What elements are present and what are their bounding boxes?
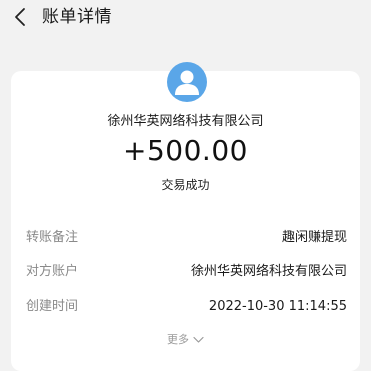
user-icon [175,70,199,95]
top-bar: 账单详情 [0,0,371,36]
chevron-left-icon [15,8,25,26]
more-label: 更多 [167,333,189,346]
detail-label-created-time: 创建时间 [26,299,79,314]
transaction-status: 交易成功 [161,178,210,192]
back-button[interactable] [10,6,32,28]
more-button[interactable]: 更多 [167,330,204,350]
payee-avatar [167,62,207,102]
page-title: 账单详情 [42,7,112,27]
detail-label-account: 对方账户 [26,264,79,279]
detail-value-created-time: 2022-10-30 11:14:55 [208,299,347,314]
detail-label-remark: 转账备注 [26,230,79,245]
payee-name: 徐州华英网络科技有限公司 [107,114,264,129]
transaction-amount: +500.00 [123,134,248,167]
detail-value-account: 徐州华英网络科技有限公司 [190,264,347,279]
chevron-down-icon [193,336,204,343]
detail-value-remark: 趣闲赚提现 [281,230,347,245]
